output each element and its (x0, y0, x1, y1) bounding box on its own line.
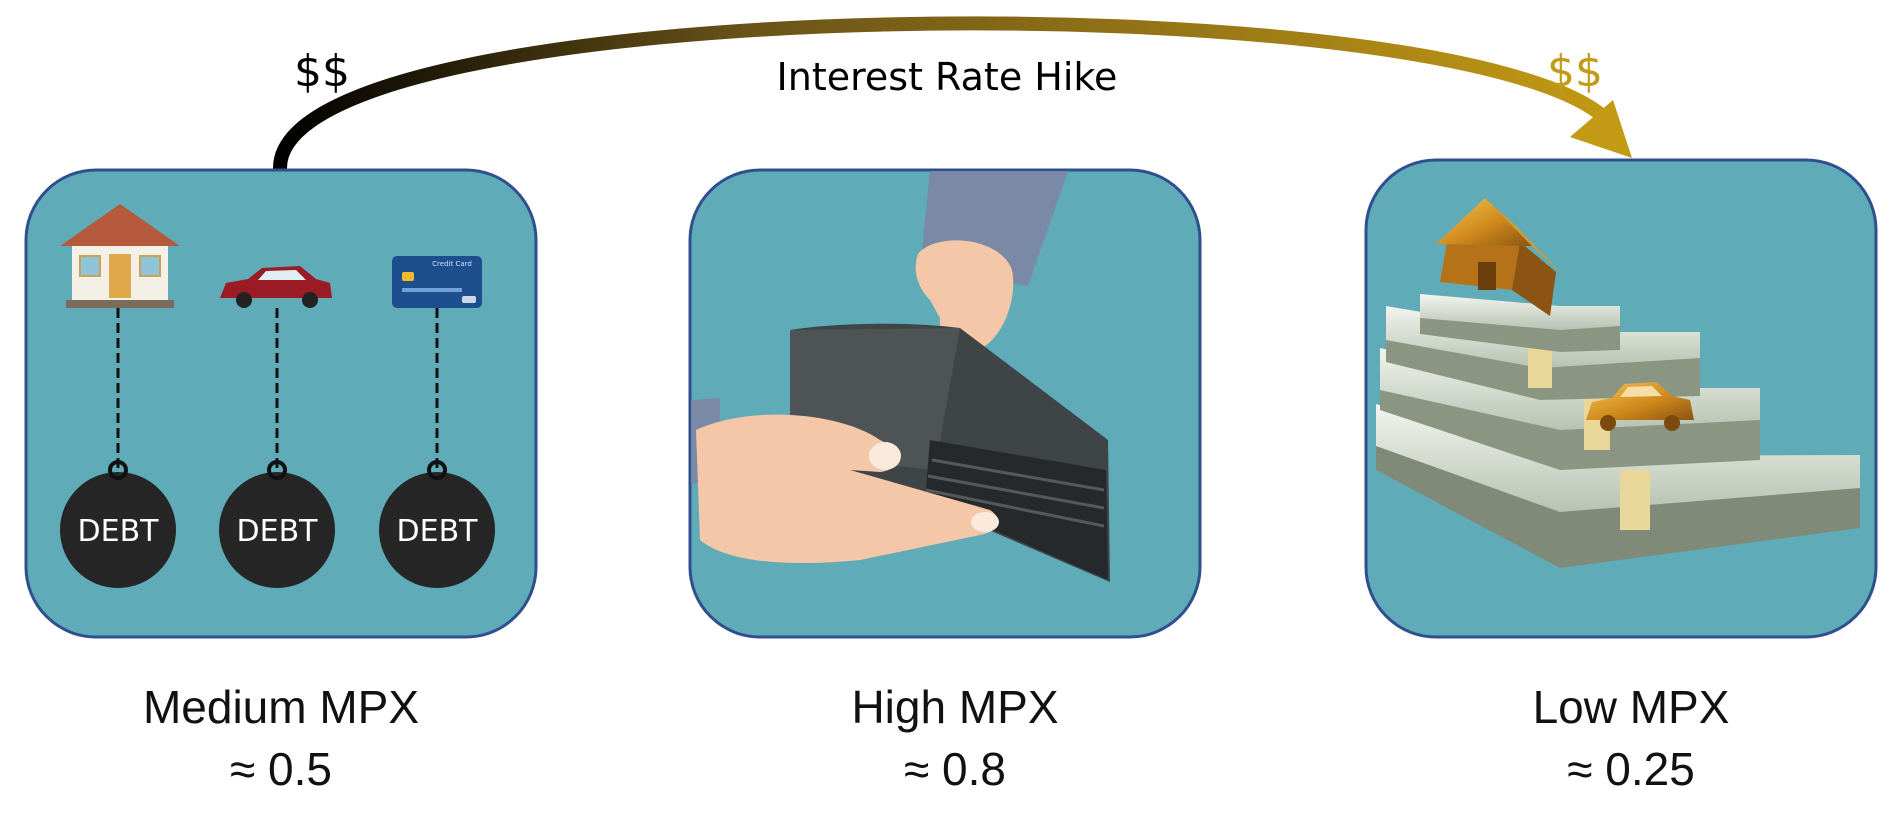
mpx-title: Medium MPX (142, 681, 420, 733)
end-money-label: $$ (1547, 46, 1603, 97)
panel-high-mpx (688, 168, 1202, 639)
debt-ball-label: DEBT (78, 514, 160, 549)
caption-medium-mpx: Medium MPX ≈ 0.5 (71, 676, 491, 800)
arrow-label: Interest Rate Hike (777, 55, 1118, 99)
caption-low-mpx: Low MPX ≈ 0.25 (1421, 676, 1841, 800)
caption-high-mpx: High MPX ≈ 0.8 (745, 676, 1165, 800)
svg-text:Credit Card: Credit Card (432, 260, 472, 268)
mpx-value: ≈ 0.25 (1567, 743, 1695, 796)
panel-medium-mpx: Credit Card DEBT DEBT DEBT (24, 168, 538, 639)
debt-ball-label: DEBT (397, 514, 479, 549)
credit-card-icon: Credit Card (392, 256, 482, 308)
start-money-label: $$ (294, 46, 350, 97)
mpx-title: High MPX (851, 681, 1059, 733)
mpx-value: ≈ 0.5 (230, 743, 332, 796)
mpx-title: Low MPX (1532, 681, 1730, 733)
mpx-value: ≈ 0.8 (904, 743, 1006, 796)
panel-low-mpx (1364, 158, 1878, 639)
debt-ball-label: DEBT (237, 514, 319, 549)
